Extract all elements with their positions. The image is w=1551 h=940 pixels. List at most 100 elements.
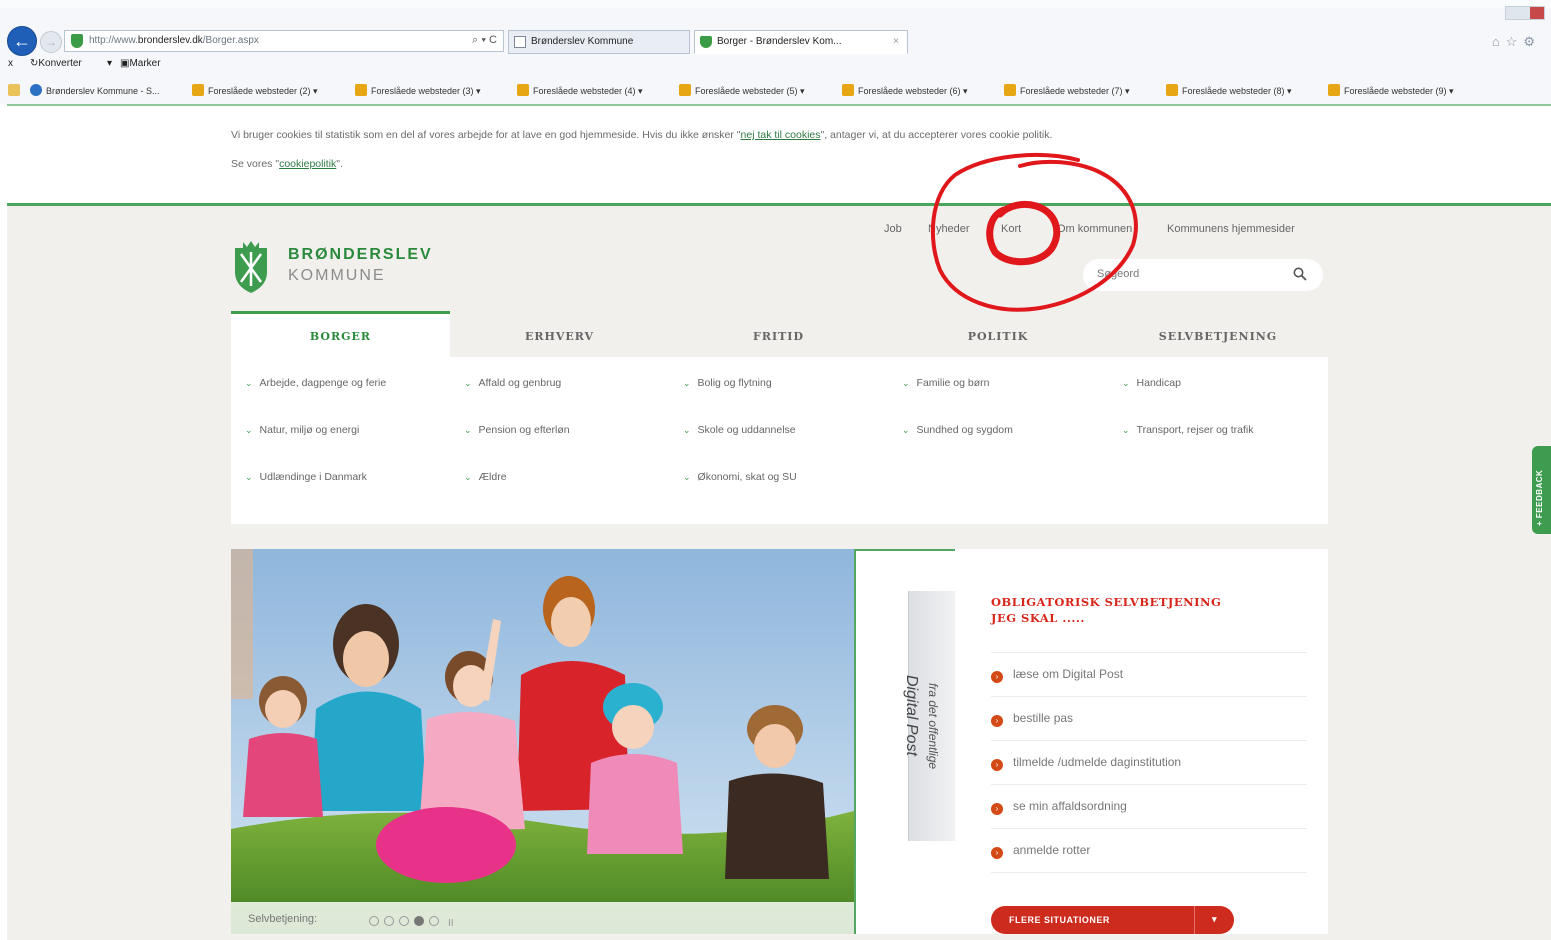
hero-caption-bar: Selvbetjening: II — [231, 902, 854, 934]
cookie-policy-link[interactable]: cookiepolitik — [279, 158, 336, 170]
logo-line2: KOMMUNE — [288, 267, 386, 284]
cookie-text-part: Se vores " — [231, 158, 280, 170]
menu-link[interactable]: Familie og børn — [902, 377, 990, 389]
topnav-nyheder[interactable]: Nyheder — [928, 223, 970, 235]
self-service-title: OBLIGATORISK SELVBETJENING JEG SKAL ..... — [991, 594, 1221, 626]
back-button[interactable]: ← — [7, 26, 37, 56]
suggested-sites-icon — [1166, 84, 1178, 96]
menu-link[interactable]: Transport, rejser og trafik — [1122, 424, 1254, 436]
tab-borger-section[interactable]: BORGER — [231, 311, 450, 357]
slide-indicators[interactable]: II — [369, 913, 454, 931]
pause-icon[interactable]: II — [448, 918, 454, 929]
browser-window: ← → http://www.bronderslev.dk/Borger.asp… — [0, 0, 1551, 940]
digital-post-promo[interactable]: Digital Post fra det offentlige — [854, 549, 955, 934]
slide-dot[interactable] — [399, 916, 409, 926]
self-service-item[interactable]: › se min affaldsordning — [991, 799, 1127, 815]
menu-link[interactable]: Handicap — [1122, 377, 1181, 389]
tab-selvbetjening[interactable]: SELVBETJENING — [1108, 311, 1328, 357]
divider — [991, 740, 1307, 741]
suggested-sites-icon — [517, 84, 529, 96]
self-service-panel: OBLIGATORISK SELVBETJENING JEG SKAL .....… — [955, 549, 1328, 934]
menu-link[interactable]: Natur, miljø og energi — [245, 424, 360, 436]
self-service-title-line1: OBLIGATORISK SELVBETJENING — [991, 595, 1222, 609]
favorite-label: Foreslåede websteder (8) ▾ — [1182, 86, 1292, 96]
menu-link[interactable]: Ældre — [464, 471, 507, 483]
self-service-item[interactable]: › tilmelde /udmelde daginstitution — [991, 755, 1181, 771]
favorites-folder-icon[interactable] — [8, 84, 24, 96]
favorite-label: Foreslåede websteder (2) ▾ — [208, 86, 318, 96]
menu-link[interactable]: Pension og efterløn — [464, 424, 570, 436]
menu-link[interactable]: Sundhed og sygdom — [902, 424, 1013, 436]
chevron-right-icon: › — [991, 759, 1003, 771]
more-situations-button[interactable]: FLERE SITUATIONER ▾ — [991, 906, 1234, 934]
menu-link[interactable]: Økonomi, skat og SU — [683, 471, 797, 483]
favorite-label: Foreslåede websteder (3) ▾ — [371, 86, 481, 96]
slide-dot[interactable] — [429, 916, 439, 926]
tab-politik[interactable]: POLITIK — [888, 311, 1108, 357]
menu-link[interactable]: Affald og genbrug — [464, 377, 562, 389]
convert-caret-icon[interactable]: ▾ — [107, 58, 112, 69]
tab-fritid[interactable]: FRITID — [669, 311, 888, 357]
municipality-shield-icon — [235, 241, 267, 293]
home-favorites-gear-icons[interactable]: ⌂☆⚙ — [1492, 34, 1541, 50]
slide-dot[interactable] — [414, 916, 424, 926]
title-bar — [0, 0, 1551, 8]
chevron-right-icon: › — [991, 715, 1003, 727]
favorite-bronderslev[interactable]: Brønderslev Kommune - S... — [30, 84, 160, 96]
favorite-suggested-3[interactable]: Foreslåede websteder (3) ▾ — [355, 84, 481, 97]
search-input[interactable]: Søgeord — [1097, 268, 1139, 280]
tab-borger[interactable]: Borger - Brønderslev Kom... × — [694, 30, 908, 54]
topnav-kort[interactable]: Kort — [1001, 223, 1021, 235]
cookie-banner: Vi bruger cookies til statistik som en d… — [7, 104, 1551, 206]
slide-dot[interactable] — [369, 916, 379, 926]
favorite-suggested-7[interactable]: Foreslåede websteder (7) ▾ — [1004, 84, 1130, 97]
menu-link[interactable]: Arbejde, dagpenge og ferie — [245, 377, 387, 389]
close-tab-icon[interactable]: × — [893, 36, 899, 47]
divider — [991, 784, 1307, 785]
close-window-icon[interactable] — [1530, 7, 1544, 19]
self-service-item[interactable]: › anmelde rotter — [991, 843, 1090, 859]
search-icon[interactable] — [1293, 267, 1307, 281]
menu-link[interactable]: Udlændinge i Danmark — [245, 471, 367, 483]
decline-cookies-link[interactable]: nej tak til cookies — [741, 129, 821, 141]
close-toolbar-icon[interactable]: x — [8, 58, 13, 69]
address-url[interactable]: http://www.bronderslev.dk/Borger.aspx — [89, 35, 259, 46]
tab-bronderslev-kommune[interactable]: Brønderslev Kommune — [508, 30, 690, 54]
slide-dot[interactable] — [384, 916, 394, 926]
tab-erhverv[interactable]: ERHVERV — [450, 311, 669, 357]
favorite-suggested-2[interactable]: Foreslåede websteder (2) ▾ — [192, 84, 318, 97]
self-service-item[interactable]: › bestille pas — [991, 711, 1073, 727]
chevron-right-icon: › — [991, 803, 1003, 815]
search-box[interactable]: Søgeord — [1083, 259, 1323, 291]
convert-label: Konverter — [38, 58, 82, 69]
feedback-tab[interactable]: + FEEDBACK — [1532, 446, 1551, 534]
favorite-suggested-9[interactable]: Foreslåede websteder (9) ▾ — [1328, 84, 1454, 97]
divider — [991, 696, 1307, 697]
select-button[interactable]: ▣ Marker — [120, 58, 161, 69]
topnav-job[interactable]: Job — [884, 223, 902, 235]
borger-menu: Arbejde, dagpenge og ferie Affald og gen… — [231, 357, 1328, 524]
address-bar[interactable]: http://www.bronderslev.dk/Borger.aspx ⌕ … — [64, 30, 504, 52]
topnav-om-kommunen[interactable]: Om kommunen — [1057, 223, 1132, 235]
self-service-item-label: anmelde rotter — [1013, 843, 1091, 857]
address-search-refresh-icons[interactable]: ⌕ ▾ C — [472, 34, 497, 47]
logo-line1: BRØNDERSLEV — [288, 246, 433, 263]
suggested-sites-icon — [355, 84, 367, 96]
self-service-item[interactable]: › læse om Digital Post — [991, 667, 1123, 683]
hero-caption: Selvbetjening: — [248, 913, 318, 925]
self-service-title-line2: JEG SKAL ..... — [991, 611, 1085, 625]
convert-button[interactable]: ↻ Konverter — [30, 58, 82, 69]
topnav-kommunens-hjemmesider[interactable]: Kommunens hjemmesider — [1167, 223, 1295, 235]
site-shield-icon — [700, 36, 712, 48]
forward-button[interactable]: → — [40, 31, 62, 53]
favorite-suggested-5[interactable]: Foreslåede websteder (5) ▾ — [679, 84, 805, 97]
chevron-down-icon[interactable]: ▾ — [1194, 906, 1234, 934]
window-controls[interactable] — [1505, 6, 1545, 20]
tab-label: Borger - Brønderslev Kom... — [717, 36, 842, 47]
favorite-suggested-8[interactable]: Foreslåede websteder (8) ▾ — [1166, 84, 1292, 97]
menu-link[interactable]: Bolig og flytning — [683, 377, 772, 389]
hero-slideshow[interactable]: Selvbetjening: II — [231, 549, 854, 934]
favorite-suggested-6[interactable]: Foreslåede websteder (6) ▾ — [842, 84, 968, 97]
favorite-suggested-4[interactable]: Foreslåede websteder (4) ▾ — [517, 84, 643, 97]
menu-link[interactable]: Skole og uddannelse — [683, 424, 796, 436]
